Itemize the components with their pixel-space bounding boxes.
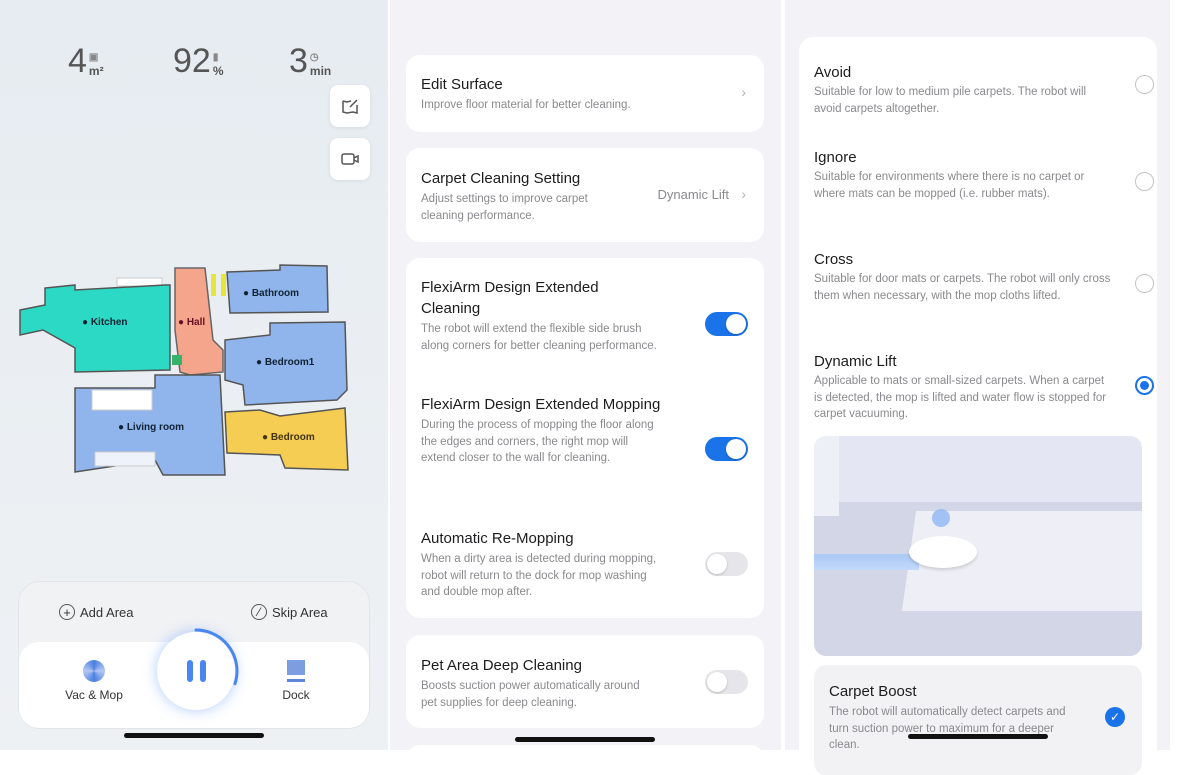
option-ignore[interactable]: Ignore Suitable for environments where th… [814,147,1114,202]
room-label-bedroom1[interactable]: ● Bedroom1 [256,357,314,368]
time-stat: 3 ◷ min [289,42,332,80]
edit-map-button[interactable] [330,85,370,127]
chevron-right-icon: › [741,84,746,100]
room-label-bedroom[interactable]: ● Bedroom [262,432,315,443]
carpet-boost-card: Carpet Boost The robot will automaticall… [814,665,1142,775]
feature-toggles-card: FlexiArm Design Extended Cleaning The rob… [406,258,764,618]
radio-ignore[interactable] [1135,172,1154,191]
dock-icon [287,660,305,682]
cleaning-settings-screen: Edit Surface Improve floor material for … [390,0,781,775]
clock-icon: ◷ [309,52,319,63]
option-dynamic-lift[interactable]: Dynamic Lift Applicable to mats or small-… [814,351,1114,423]
battery-icon: ▮ [212,52,219,63]
room-label-bathroom[interactable]: ● Bathroom [243,288,299,299]
dynamic-lift-illustration [814,436,1142,656]
floor-map[interactable] [15,260,360,480]
edit-map-icon [342,99,358,114]
plus-circle-icon: + [59,604,75,620]
carpet-setting-value: Dynamic Lift [657,187,729,202]
chevron-right-icon: › [741,186,746,202]
pet-area-card: Pet Area Deep Cleaning Boosts suction pow… [406,635,764,728]
add-area-button[interactable]: + Add Area [59,604,134,620]
vac-mop-mode-button[interactable]: Vac & Mop [59,660,129,702]
home-indicator [124,733,264,738]
home-indicator [908,734,1048,739]
skip-area-button[interactable]: ⁄ Skip Area [251,604,328,620]
carpet-modes-card: Avoid Suitable for low to medium pile car… [799,37,1157,775]
home-indicator [515,737,655,742]
room-label-kitchen[interactable]: ● Kitchen [82,317,128,328]
cleaning-progress-ring [153,628,239,714]
forbidden-icon: ⁄ [251,604,267,620]
flexiarm-cleaning-toggle[interactable] [705,312,748,336]
radio-avoid[interactable] [1135,75,1154,94]
option-avoid[interactable]: Avoid Suitable for low to medium pile car… [814,62,1114,117]
area-stat: 4 ▣ m² [68,42,104,80]
robot-home-screen: 4 ▣ m² 92 ▮% 3 ◷ min ● Kitchen ● Hall ● Bathr… [0,0,388,750]
radio-cross[interactable] [1135,274,1154,293]
pet-area-toggle[interactable] [705,670,748,694]
carpet-boost-checkbox[interactable]: ✓ [1105,707,1125,727]
option-cross[interactable]: Cross Suitable for door mats or carpets. … [814,249,1114,304]
room-label-hall[interactable]: ● Hall [178,317,205,328]
room-label-living-room[interactable]: ● Living room [118,422,184,433]
carpet-cleaning-setting-row[interactable]: Carpet Cleaning Setting Adjust settings … [406,148,764,242]
carpet-mode-screen: Avoid Suitable for low to medium pile car… [785,0,1170,775]
checkmark-icon: ✓ [1109,710,1121,724]
video-camera-icon [341,153,359,165]
vac-mop-icon [83,660,105,682]
radio-dynamic-lift[interactable] [1135,376,1154,395]
auto-remopping-toggle[interactable] [705,552,748,576]
area-icon: ▣ [88,52,99,63]
flexiarm-mopping-toggle[interactable] [705,437,748,461]
edit-surface-row[interactable]: Edit Surface Improve floor material for … [406,55,764,132]
battery-stat: 92 ▮% [173,42,224,80]
video-button[interactable] [330,138,370,180]
dock-button[interactable]: Dock [261,660,331,702]
